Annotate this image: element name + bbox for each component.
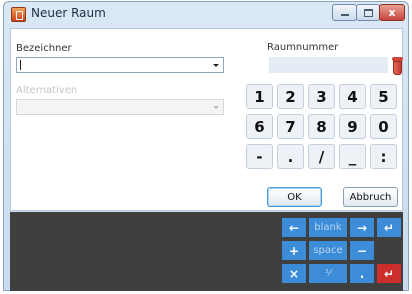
virtual-keyboard-panel: ← blank → ↵ + space − × ⅟ . ↵ — [10, 212, 403, 291]
ok-button[interactable]: OK — [267, 187, 322, 207]
title-bar[interactable]: Neuer Raum x — [4, 2, 408, 26]
raumnummer-label: Raumnummer — [267, 42, 339, 53]
minimize-icon — [340, 14, 349, 16]
close-icon: x — [388, 6, 396, 19]
keypad-key-1[interactable]: 1 — [246, 84, 273, 109]
keypad-key-4[interactable]: 4 — [339, 84, 366, 109]
chevron-down-icon[interactable] — [213, 64, 219, 67]
bezeichner-label: Bezeichner — [16, 43, 72, 54]
cancel-button[interactable]: Abbruch — [343, 187, 398, 207]
blank-key[interactable]: blank — [309, 218, 347, 237]
raumnummer-input[interactable] — [269, 57, 388, 73]
keypad-key-dash[interactable]: - — [246, 144, 273, 169]
dialog-window: Neuer Raum x Bezeichner Alternativen Rau… — [3, 1, 409, 291]
minus-key[interactable]: − — [350, 241, 374, 260]
keypad-key-0[interactable]: 0 — [370, 114, 397, 139]
keypad-key-3[interactable]: 3 — [308, 84, 335, 109]
enter-key[interactable]: ↵ — [377, 218, 401, 237]
window-title: Neuer Raum — [31, 6, 106, 20]
plus-key[interactable]: + — [282, 241, 306, 260]
enter-key-red[interactable]: ↵ — [377, 264, 401, 283]
close-button[interactable]: x — [379, 4, 405, 21]
form-panel: Bezeichner Alternativen Raumnummer 1 2 3… — [10, 28, 403, 211]
keypad-key-6[interactable]: 6 — [246, 114, 273, 139]
fraction-key[interactable]: ⅟ — [309, 264, 347, 283]
keypad-key-5[interactable]: 5 — [370, 84, 397, 109]
app-icon — [11, 7, 26, 22]
arrow-left-key[interactable]: ← — [282, 218, 306, 237]
multiply-key[interactable]: × — [282, 264, 306, 283]
bezeichner-combobox[interactable] — [16, 57, 224, 73]
minimize-button[interactable] — [332, 4, 357, 21]
text-caret — [20, 60, 21, 70]
keypad-key-slash[interactable]: / — [308, 144, 335, 169]
chevron-down-icon[interactable] — [213, 106, 219, 109]
space-key[interactable]: space — [309, 241, 347, 260]
decimal-key[interactable]: . — [350, 264, 374, 283]
trash-icon[interactable] — [392, 57, 403, 75]
keypad-key-colon[interactable]: : — [370, 144, 397, 169]
keypad-key-dot[interactable]: . — [277, 144, 304, 169]
keypad-key-9[interactable]: 9 — [339, 114, 366, 139]
arrow-right-key[interactable]: → — [350, 218, 374, 237]
keypad-key-2[interactable]: 2 — [277, 84, 304, 109]
alternativen-combobox[interactable] — [16, 99, 224, 115]
maximize-icon — [363, 8, 373, 17]
maximize-button[interactable] — [356, 4, 380, 21]
alternativen-label: Alternativen — [16, 85, 78, 96]
keypad-key-7[interactable]: 7 — [277, 114, 304, 139]
keypad-key-underscore[interactable]: _ — [339, 144, 366, 169]
keypad-key-8[interactable]: 8 — [308, 114, 335, 139]
